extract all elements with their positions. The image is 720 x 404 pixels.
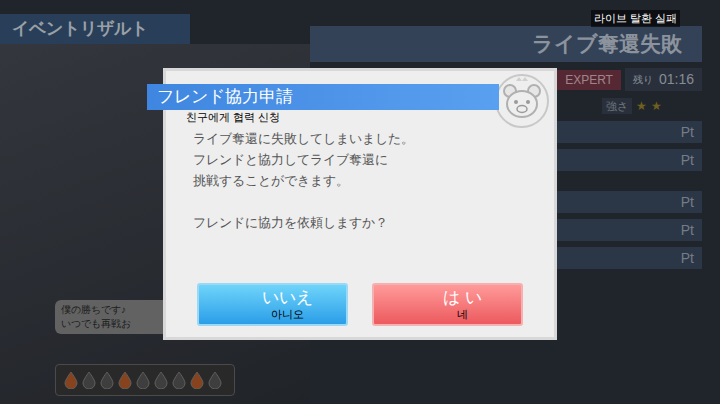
bear-emblem: [494, 73, 550, 129]
no-button[interactable]: いいえ아니오: [197, 283, 348, 326]
translation-overlay: 라이브 탈환 실패: [591, 10, 680, 27]
dialog-buttons: いいえ아니오 は い네: [166, 283, 554, 326]
dialog-title-bar: フレンド協力申請: [147, 84, 499, 110]
yes-button[interactable]: は い네: [372, 283, 523, 326]
title-translation: 친구에게 협력 신청: [166, 110, 554, 124]
friend-request-dialog: フレンド協力申請친구에게 협력 신청ライブ奪還に失敗してしまいました。フレンドと…: [163, 68, 557, 340]
dialog-message: ライブ奪還に失敗してしまいました。フレンドと協力してライブ奪還に挑戦することがで…: [166, 128, 554, 233]
screen: イベントリザルト僕の勝ちです♪いつでも再戦おライブ奪還失敗EXPERT残り01:…: [0, 0, 720, 404]
bear-icon: [494, 73, 550, 129]
